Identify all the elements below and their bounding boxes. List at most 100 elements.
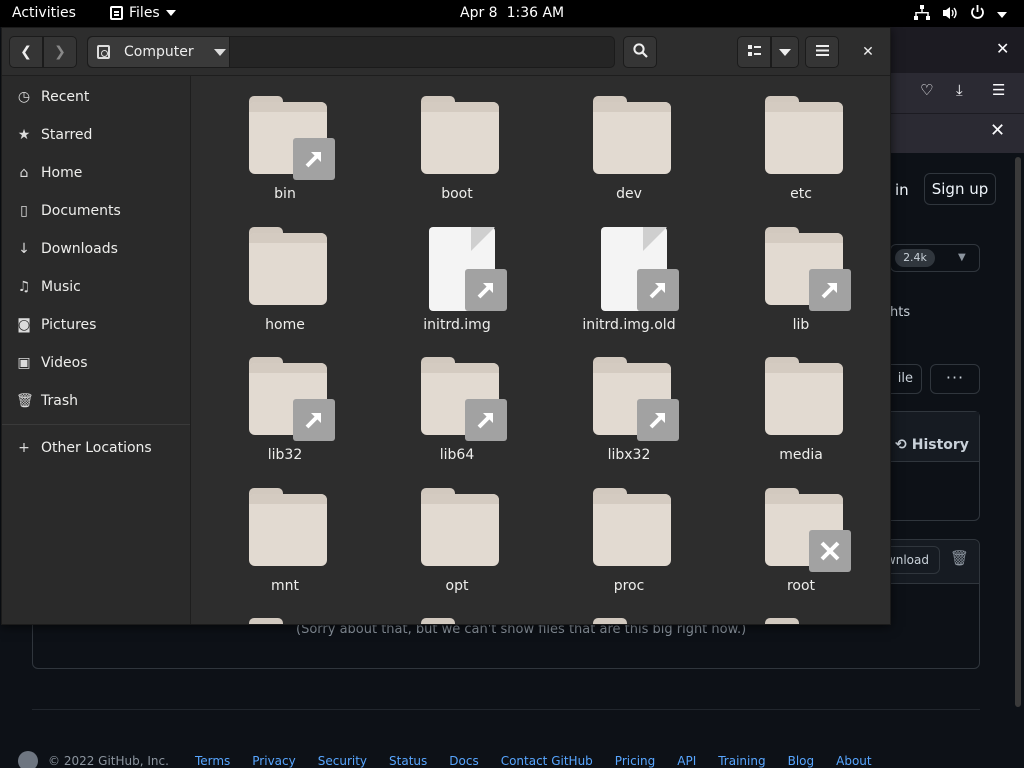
chevron-down-icon[interactable]: ▼	[958, 252, 966, 263]
folder-item[interactable]: media	[715, 337, 887, 467]
file-grid: bin boot dev etc home initrd.img initrd.img.ol…	[192, 76, 890, 624]
folder-item[interactable]: lib64	[371, 337, 543, 467]
sidebar-item-starred[interactable]: ★ Starred	[2, 116, 190, 154]
view-toggle-button[interactable]	[737, 36, 771, 68]
more-options-button[interactable]: ···	[930, 364, 980, 394]
footer-link-blog[interactable]: Blog	[788, 754, 815, 768]
sidebar-item-documents[interactable]: ▯ Documents	[2, 192, 190, 230]
item-label: initrd.img	[423, 317, 491, 333]
footer-link-contact[interactable]: Contact GitHub	[501, 754, 593, 768]
close-icon[interactable]: ✕	[990, 120, 1005, 141]
sidebar-item-other-locations[interactable]: + Other Locations	[2, 429, 190, 467]
download-icon[interactable]: ⤓	[956, 81, 963, 99]
sidebar-item-music[interactable]: ♫ Music	[2, 268, 190, 306]
folder-icon	[765, 96, 845, 176]
folder-icon	[421, 357, 507, 441]
folder-item[interactable]: mnt	[199, 468, 371, 598]
symlink-arrow-icon	[293, 399, 335, 441]
footer-link-privacy[interactable]: Privacy	[252, 754, 295, 768]
app-menu-label: Files	[129, 5, 160, 21]
footer-link-api[interactable]: API	[677, 754, 696, 768]
sidebar-item-home[interactable]: ⌂ Home	[2, 154, 190, 192]
sidebar-item-downloads[interactable]: ↓ Downloads	[2, 230, 190, 268]
window-close-button[interactable]: ✕	[854, 36, 882, 68]
file-item[interactable]: initrd.img	[371, 207, 543, 337]
folder-icon	[765, 357, 845, 437]
file-item[interactable]: initrd.img.old	[543, 207, 715, 337]
sidebar-item-label: Downloads	[41, 241, 118, 257]
view-options-button[interactable]	[771, 36, 799, 68]
folder-item[interactable]: libx32	[543, 337, 715, 467]
power-icon	[970, 5, 985, 24]
folder-item[interactable]: etc	[715, 76, 887, 206]
folder-item[interactable]: proc	[543, 468, 715, 598]
sidebar-item-label: Recent	[41, 89, 90, 105]
close-icon[interactable]: ✕	[996, 39, 1009, 58]
item-label: opt	[445, 578, 469, 594]
scrollbar[interactable]	[1015, 157, 1021, 707]
sidebar-item-videos[interactable]: ▣ Videos	[2, 344, 190, 382]
video-icon: ▣	[17, 355, 31, 371]
history-label: History	[911, 436, 969, 453]
footer-link-terms[interactable]: Terms	[195, 754, 230, 768]
footer-link-training[interactable]: Training	[718, 754, 765, 768]
footer-link-docs[interactable]: Docs	[449, 754, 478, 768]
folder-item[interactable]: root	[715, 468, 887, 598]
insights-tab[interactable]: hts	[890, 305, 910, 320]
folder-item[interactable]: bin	[199, 76, 371, 206]
path-bar[interactable]: Computer	[87, 36, 615, 68]
item-label: lib64	[439, 447, 475, 463]
commit-box: ⟲ History	[880, 411, 980, 521]
forward-button[interactable]: ❯	[43, 36, 77, 68]
pocket-icon[interactable]: ♡	[920, 81, 933, 99]
volume-icon	[942, 6, 958, 24]
folder-item[interactable]: boot	[371, 76, 543, 206]
item-label: root	[786, 578, 816, 594]
github-footer: © 2022 GitHub, Inc. Terms Privacy Securi…	[18, 751, 894, 768]
gnome-top-bar: Activities Files Apr 8 1:36 AM	[0, 0, 1024, 27]
camera-icon: ◙	[17, 317, 31, 333]
back-button[interactable]: ❮	[9, 36, 43, 68]
github-logo-icon[interactable]	[18, 751, 38, 768]
history-link[interactable]: ⟲ History	[881, 412, 979, 462]
folder-item[interactable]: dev	[543, 76, 715, 206]
folder-item[interactable]	[715, 598, 887, 624]
symlink-arrow-icon	[465, 269, 507, 311]
folder-icon	[421, 96, 501, 176]
sidebar-item-recent[interactable]: ◷ Recent	[2, 78, 190, 116]
no-access-icon	[809, 530, 851, 572]
home-icon: ⌂	[19, 165, 29, 181]
sidebar-item-label: Music	[41, 279, 81, 295]
trash-icon: 🗑	[16, 393, 34, 409]
footer-link-about[interactable]: About	[836, 754, 871, 768]
search-button[interactable]	[623, 36, 657, 68]
hamburger-menu-icon	[815, 44, 829, 60]
folder-item[interactable]: lib32	[199, 337, 371, 467]
main-menu-button[interactable]	[805, 36, 839, 68]
chevron-left-icon: ❮	[20, 44, 32, 60]
document-icon: ▯	[20, 203, 28, 219]
activities-button[interactable]: Activities	[12, 5, 76, 21]
sidebar-item-trash[interactable]: 🗑 Trash	[2, 382, 190, 420]
app-menu[interactable]: Files	[110, 5, 176, 21]
symlink-arrow-icon	[809, 269, 851, 311]
footer-link-security[interactable]: Security	[318, 754, 367, 768]
clock[interactable]: Apr 8 1:36 AM	[460, 5, 564, 21]
folder-item[interactable]	[543, 598, 715, 624]
footer-link-status[interactable]: Status	[389, 754, 427, 768]
folder-item[interactable]: lib	[715, 207, 887, 337]
system-tray[interactable]	[914, 5, 1007, 24]
folder-icon	[593, 488, 673, 568]
menu-icon[interactable]: ☰	[992, 81, 1005, 99]
folder-item[interactable]	[199, 598, 371, 624]
sign-in-link[interactable]: in	[895, 181, 909, 199]
path-segment-computer[interactable]: Computer	[88, 37, 230, 67]
folder-item[interactable]: home	[199, 207, 371, 337]
sidebar-item-pictures[interactable]: ◙ Pictures	[2, 306, 190, 344]
trash-icon[interactable]: 🗑	[950, 549, 969, 567]
folder-icon	[249, 227, 329, 307]
folder-item[interactable]: opt	[371, 468, 543, 598]
sign-up-button[interactable]: Sign up	[924, 173, 996, 205]
footer-link-pricing[interactable]: Pricing	[615, 754, 655, 768]
folder-item[interactable]	[371, 598, 543, 624]
